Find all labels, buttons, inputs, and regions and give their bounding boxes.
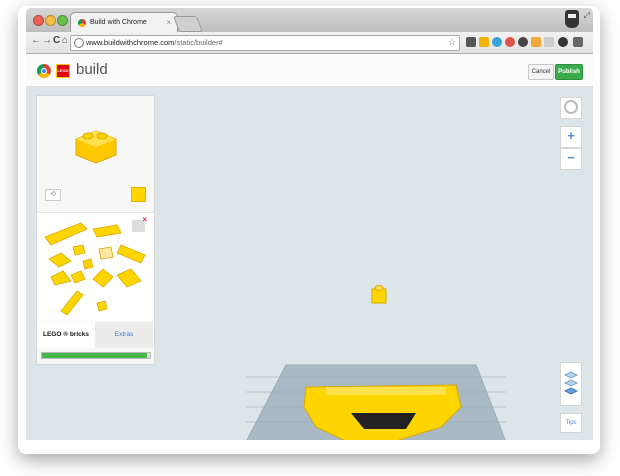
browser-window: Build with Chrome × ⤢ ← → C ⌂ www.buildw…	[26, 8, 593, 440]
brick-1x1[interactable]	[82, 258, 94, 270]
home-button[interactable]: ⌂	[62, 35, 68, 46]
profile-avatar-icon[interactable]	[565, 10, 579, 28]
brick-wedge[interactable]	[50, 270, 72, 286]
cancel-button[interactable]: Cancel	[528, 64, 554, 80]
url-path: /static/builder#	[174, 38, 223, 47]
extension-icon-4[interactable]	[505, 37, 515, 47]
rotate-brick-button[interactable]: ⟲	[45, 189, 61, 201]
brick-panel: ⟲ × LEGO ® bricks Extras	[36, 95, 155, 365]
brick-slope[interactable]	[48, 252, 72, 268]
extension-icon-3[interactable]	[492, 37, 502, 47]
built-model-top	[326, 387, 446, 395]
zoom-out-button[interactable]: −	[560, 148, 582, 170]
brick-2x2[interactable]	[72, 244, 86, 256]
reload-button[interactable]: C	[53, 35, 60, 46]
window-minimize-button[interactable]	[45, 15, 56, 26]
brick-2x8[interactable]	[44, 222, 88, 246]
selected-brick-preview	[75, 130, 117, 164]
app-title: build	[76, 61, 108, 78]
layer-toggle-button[interactable]	[560, 362, 582, 406]
tips-button[interactable]: Tips	[560, 413, 582, 433]
chrome-favicon-icon	[78, 19, 86, 27]
page-info-icon[interactable]	[74, 38, 84, 48]
view-compass-icon	[564, 100, 578, 114]
cursor-brick[interactable]	[370, 283, 388, 305]
address-bar[interactable]: www.buildwithchrome.com/static/builder# …	[70, 35, 460, 51]
forward-button[interactable]: →	[42, 35, 52, 46]
fullscreen-icon[interactable]: ⤢	[584, 11, 590, 21]
tab-title: Build with Chrome	[90, 19, 147, 26]
brick-1x2[interactable]	[70, 270, 86, 284]
extension-icon-1[interactable]	[466, 37, 476, 47]
tab-close-icon[interactable]: ×	[166, 13, 171, 33]
extension-icon-6[interactable]	[531, 37, 541, 47]
brick-palette	[37, 213, 154, 321]
build-canvas[interactable]: ⟲ × LEGO ® bricks Extras + − Tips	[26, 87, 593, 440]
window-close-button[interactable]	[33, 15, 44, 26]
brick-plate-1x1[interactable]	[96, 300, 108, 312]
url-host: www.buildwithchrome.com	[86, 38, 175, 47]
zoom-in-button[interactable]: +	[560, 126, 582, 148]
chrome-logo-icon	[37, 64, 51, 78]
brick-palette-grid	[44, 222, 146, 316]
brick-plate-1x6[interactable]	[60, 290, 84, 316]
rotate-view-control[interactable]	[560, 97, 582, 119]
browser-toolbar: ← → C ⌂ www.buildwithchrome.com/static/b…	[26, 32, 593, 54]
brick-preview: ⟲	[37, 96, 154, 213]
lego-logo: LEGO	[56, 64, 70, 78]
palette-tabs: LEGO ® bricks Extras	[37, 322, 154, 348]
publish-button[interactable]: Publish	[555, 64, 583, 80]
layers-icon	[563, 371, 579, 395]
brick-plate-2x3[interactable]	[116, 268, 142, 288]
extension-icon-7[interactable]	[544, 37, 554, 47]
tab-lego-bricks[interactable]: LEGO ® bricks	[37, 322, 95, 348]
tab-extras[interactable]: Extras	[95, 322, 153, 348]
wrench-menu-icon[interactable]	[573, 37, 583, 47]
tab-bar: Build with Chrome × ⤢	[26, 8, 593, 33]
window-zoom-button[interactable]	[57, 15, 68, 26]
extension-icon-5[interactable]	[518, 37, 528, 47]
app-header: LEGO build Cancel Publish	[26, 54, 593, 87]
extension-icon-8[interactable]	[558, 37, 568, 47]
extension-icon-2[interactable]	[479, 37, 489, 47]
brick-long-1x4[interactable]	[116, 244, 146, 264]
back-button[interactable]: ←	[31, 35, 41, 46]
brick-plate-2x2[interactable]	[92, 268, 114, 288]
progress-fill	[42, 353, 147, 358]
brick-2x2-light[interactable]	[98, 246, 114, 260]
color-picker-button[interactable]	[131, 187, 146, 202]
brick-2x4[interactable]	[92, 224, 122, 238]
tab-build-with-chrome[interactable]: Build with Chrome ×	[70, 12, 178, 33]
bookmark-star-icon[interactable]: ☆	[448, 35, 456, 49]
new-tab-button[interactable]	[173, 16, 203, 32]
brick-usage-progress	[41, 352, 151, 359]
baseplate-scene[interactable]	[246, 357, 516, 440]
